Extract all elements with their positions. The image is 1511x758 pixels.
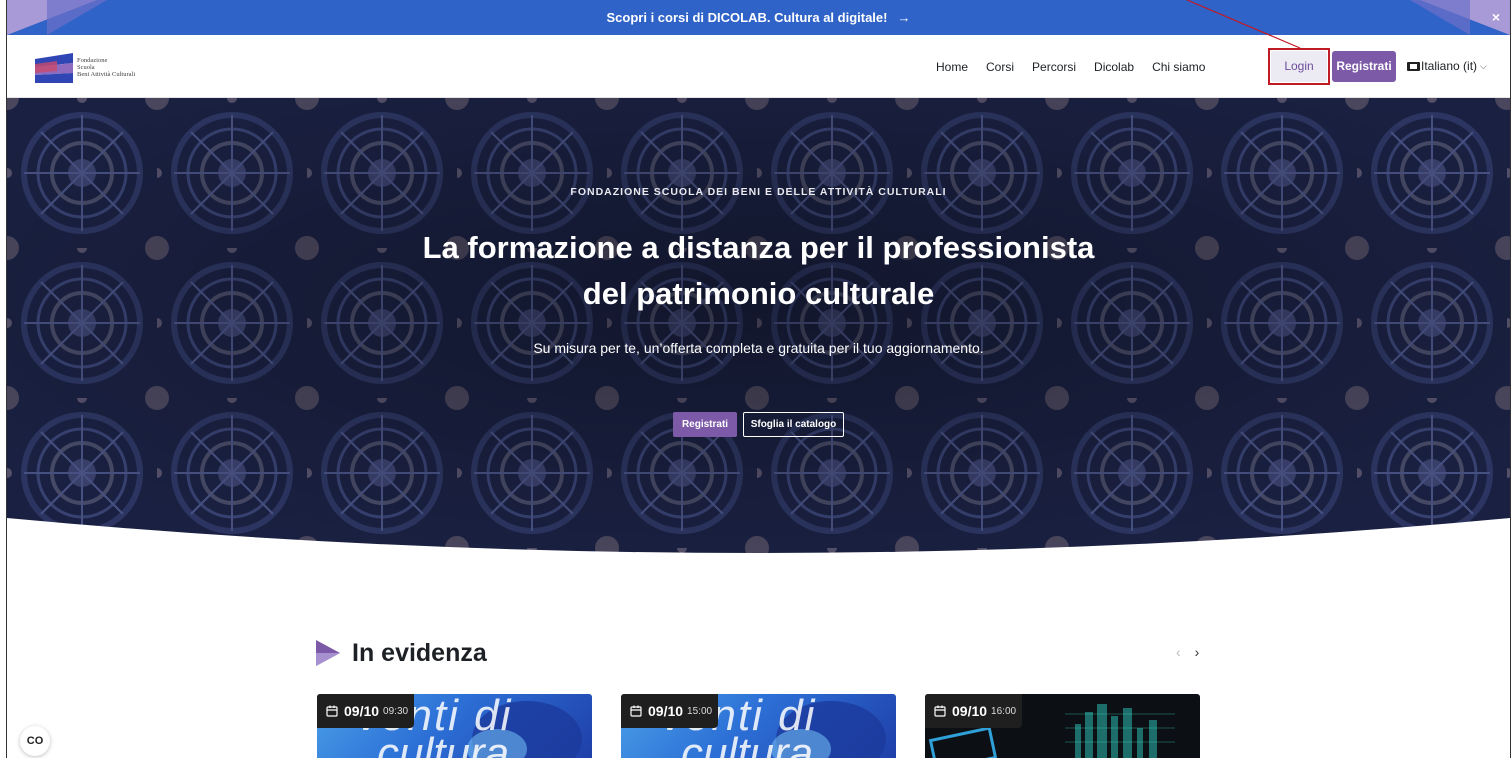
language-selector[interactable]: Italiano (it) ⌵	[1407, 51, 1487, 82]
chevron-left-icon[interactable]: ‹	[1176, 644, 1181, 660]
language-flag-icon	[1407, 62, 1420, 71]
hero-register-button[interactable]: Registrati	[673, 412, 737, 437]
featured-card-1[interactable]: 09/10 09:30 venti di cultura	[317, 694, 592, 758]
card-date-badge: 09/10 15:00	[621, 694, 719, 728]
hero-title-line-1: La formazione a distanza per il professi…	[422, 230, 1095, 265]
carousel-nav: ‹ ›	[1176, 644, 1199, 660]
announcement-bar[interactable]: Scopri i corsi di DICOLAB. Cultura al di…	[7, 0, 1510, 35]
hero-cta-group: Registrati Sfoglia il catalogo	[7, 412, 1510, 437]
hero-eyebrow: FONDAZIONE SCUOLA DEI BENI E DELLE ATTIV…	[570, 186, 947, 198]
nav-item-percorsi[interactable]: Percorsi	[1023, 60, 1085, 74]
logo-text-line-1: Fondazione	[77, 57, 108, 64]
card-date: 09/10	[648, 703, 684, 719]
featured-title: In evidenza	[352, 638, 487, 667]
nav-item-corsi[interactable]: Corsi	[977, 60, 1023, 74]
browse-catalog-button[interactable]: Sfoglia il catalogo	[743, 412, 844, 437]
hero-background-pattern	[7, 98, 1510, 553]
logo-mark-icon	[35, 53, 73, 83]
logo-text-line-2: Scuola	[77, 64, 95, 71]
hero-title-line-2: del patrimonio culturale	[582, 276, 935, 311]
hero-title: La formazione a distanza per il professi…	[7, 225, 1510, 317]
close-icon[interactable]: ×	[1492, 0, 1500, 35]
chevron-down-icon: ⌵	[1480, 61, 1487, 71]
login-highlight-box	[1268, 48, 1330, 85]
card-date: 09/10	[952, 703, 988, 719]
nav-item-home[interactable]: Home	[927, 60, 977, 74]
language-label: Italiano (it)	[1421, 59, 1478, 73]
calendar-icon	[326, 705, 338, 717]
featured-card-3[interactable]: 09/10 16:00	[925, 694, 1200, 758]
calendar-icon	[934, 705, 946, 717]
site-logo[interactable]: Fondazione Scuola Beni Attività Cultural…	[35, 53, 147, 83]
card-time: 09:30	[383, 705, 409, 717]
card-art-text-2: cultura	[681, 729, 814, 758]
featured-section-header: In evidenza	[316, 637, 487, 669]
card-art-text-2: cultura	[377, 729, 510, 758]
hero-subtitle: Su misura per te, un’offerta completa e …	[533, 340, 984, 356]
card-time: 15:00	[687, 705, 713, 717]
accessibility-badge[interactable]: CO	[20, 726, 50, 756]
featured-card-2[interactable]: 09/10 15:00 venti di cultura	[621, 694, 896, 758]
hero-banner: FONDAZIONE SCUOLA DEI BENI E DELLE ATTIV…	[7, 98, 1510, 558]
navbar: Fondazione Scuola Beni Attività Cultural…	[7, 35, 1510, 98]
card-date-badge: 09/10 16:00	[925, 694, 1023, 728]
section-triangle-icon	[316, 640, 340, 666]
card-time: 16:00	[991, 705, 1017, 717]
nav-item-dicolab[interactable]: Dicolab	[1085, 60, 1143, 74]
register-button[interactable]: Registrati	[1332, 51, 1396, 82]
nav-item-chi-siamo[interactable]: Chi siamo	[1143, 60, 1214, 74]
announcement-link[interactable]: Scopri i corsi di DICOLAB. Cultura al di…	[7, 0, 1510, 35]
announcement-text: Scopri i corsi di DICOLAB. Cultura al di…	[606, 10, 888, 25]
main-nav: Home Corsi Percorsi Dicolab Chi siamo	[927, 35, 1214, 98]
arrow-right-icon: →	[897, 10, 911, 25]
card-date-badge: 09/10 09:30	[317, 694, 415, 728]
card-date: 09/10	[344, 703, 380, 719]
chevron-right-icon[interactable]: ›	[1195, 644, 1200, 660]
calendar-icon	[630, 705, 642, 717]
logo-text-line-3: Beni Attività Culturali	[77, 71, 136, 78]
